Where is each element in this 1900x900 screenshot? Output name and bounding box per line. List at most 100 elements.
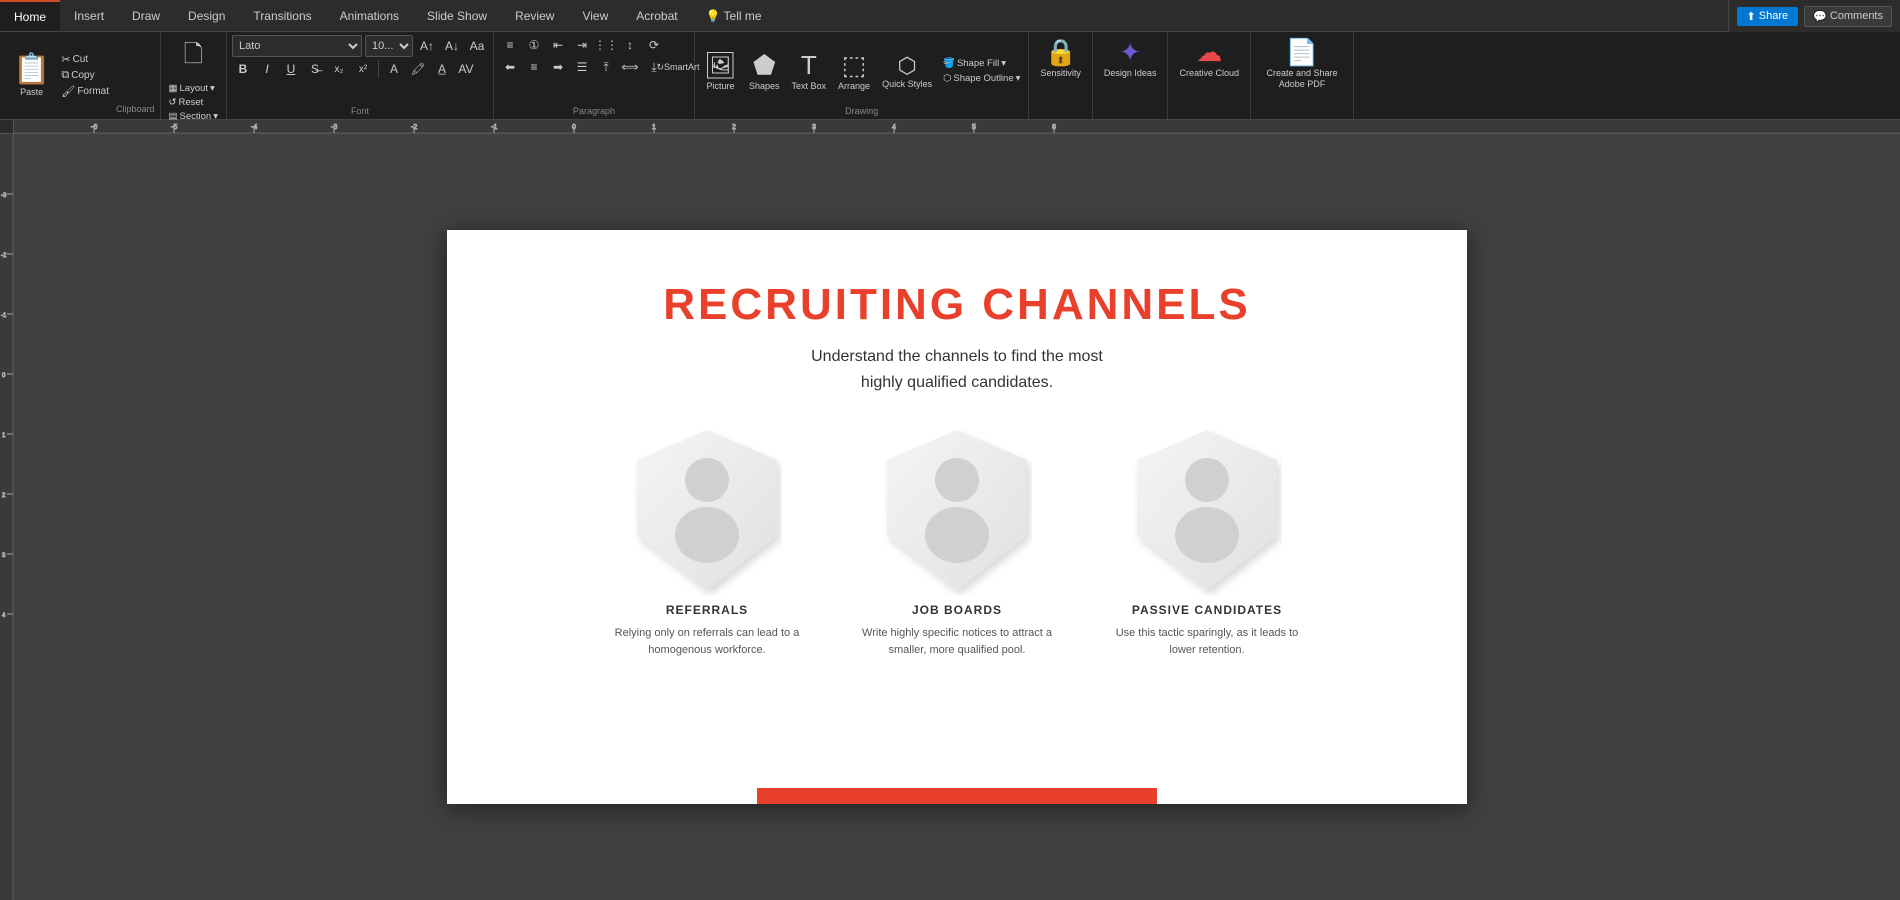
font-family-select[interactable]: Lato [232,35,362,57]
slide[interactable]: RECRUITING CHANNELS Understand the chann… [447,230,1467,804]
svg-text:0: 0 [572,124,576,131]
new-slide-button[interactable]: 🗋 [180,35,207,80]
shape-outline-icon: ⬡ [943,73,951,84]
shape-outline-button[interactable]: ⬡ Shape Outline ▾ [940,72,1023,85]
design-ideas-button[interactable]: ✦ Design Ideas [1098,35,1163,116]
underline-button[interactable]: U [280,59,302,79]
bottom-bar [757,788,1157,804]
format-paint-icon: 🖌 [61,85,75,98]
tab-view[interactable]: View [568,0,622,31]
copy-icon: ⧉ [61,69,69,82]
copy-button[interactable]: ⧉ Copy [58,68,112,83]
font-color-button[interactable]: A [383,59,405,79]
vertical-ruler: -3 -2 -1 0 1 2 3 4 [0,134,14,900]
cut-icon: ✂ [61,53,70,66]
justify-button[interactable]: ☰ [571,57,593,77]
svg-text:-2: -2 [1,253,7,259]
tab-home[interactable]: Home [0,0,60,31]
svg-text:6: 6 [1052,124,1056,131]
creative-cloud-button[interactable]: ☁ Creative Cloud [1173,35,1245,116]
sensitivity-button[interactable]: 🔒 Sensitivity [1034,35,1087,116]
adobe-pdf-button[interactable]: 📄 Create and Share Adobe PDF [1256,35,1348,116]
slide-subtitle[interactable]: Understand the channels to find the most… [447,344,1467,395]
svg-text:-6: -6 [91,124,97,131]
shape-fill-button[interactable]: 🪣 Shape Fill ▾ [940,57,1023,70]
text-direction-button[interactable]: ⟳ [643,35,665,55]
svg-text:3: 3 [812,124,816,131]
layout-dropdown-icon: ▾ [210,83,215,94]
svg-text:-5: -5 [171,124,177,131]
align-center-button[interactable]: ≡ [523,57,545,77]
svg-text:2: 2 [732,124,736,131]
align-left-button[interactable]: ⬅ [499,57,521,77]
strikethrough-button[interactable]: S̶ [304,59,326,79]
tab-review[interactable]: Review [501,0,568,31]
svg-text:-2: -2 [411,124,417,131]
cut-button[interactable]: ✂ Cut [58,52,112,67]
passive-candidates-card[interactable]: PASSIVE CANDIDATES Use this tactic spari… [1107,425,1307,658]
ruler-row: -6 -5 -4 -3 -2 -1 0 1 2 3 4 5 6 [0,120,1900,134]
tab-slideshow[interactable]: Slide Show [413,0,501,31]
shape-fill-icon: 🪣 [943,58,955,69]
svg-text:1: 1 [2,433,6,439]
slide-title[interactable]: RECRUITING CHANNELS [447,230,1467,330]
arrange-button[interactable]: ⬚ Arrange [834,48,874,93]
bullets-button[interactable]: ≡ [499,35,521,55]
share-button[interactable]: ⬆ Share [1737,7,1799,26]
referrals-card[interactable]: REFERRALS Relying only on referrals can … [607,425,807,658]
bold-button[interactable]: B [232,59,254,79]
tab-insert[interactable]: Insert [60,0,118,31]
reset-button[interactable]: ↺ Reset [166,96,221,109]
increase-indent-button[interactable]: ⇥ [571,35,593,55]
text-shadow-button[interactable]: A̲ [431,59,453,79]
job-boards-desc: Write highly specific notices to attract… [857,625,1057,658]
clear-format-button[interactable]: Aa [466,36,488,56]
job-boards-label: JOB BOARDS [912,603,1002,617]
tab-draw[interactable]: Draw [118,0,174,31]
increase-font-button[interactable]: A↑ [416,36,438,56]
align-top-button[interactable]: ⤒ [595,57,617,77]
numbered-list-button[interactable]: ① [523,35,545,55]
tab-tell-me[interactable]: 💡 Tell me [692,0,776,31]
convert-smartart-button[interactable]: ↻SmartArt [667,57,689,77]
decrease-indent-button[interactable]: ⇤ [547,35,569,55]
svg-text:-3: -3 [1,193,7,199]
line-spacing-button[interactable]: ↕ [619,35,641,55]
char-spacing-button[interactable]: AV [455,59,477,79]
referrals-label: REFERRALS [666,603,748,617]
comments-button[interactable]: 💬 Comments [1804,6,1892,27]
tab-design[interactable]: Design [174,0,239,31]
referrals-desc: Relying only on referrals can lead to a … [607,625,807,658]
creative-cloud-icon: ☁ [1196,37,1222,68]
layout-icon: ▦ [169,83,178,94]
shapes-button[interactable]: ⬟ Shapes [745,48,784,93]
tab-transitions[interactable]: Transitions [239,0,325,31]
design-ideas-group: ✦ Design Ideas [1093,32,1169,119]
text-box-button[interactable]: T Text Box [788,48,831,93]
quick-styles-button[interactable]: ⬡ Quick Styles [878,51,936,91]
reset-icon: ↺ [169,97,177,108]
font-group: Lato 10... A↑ A↓ Aa B I U S̶ x₂ x² A 🖍 A… [227,32,494,119]
job-boards-icon [882,425,1032,595]
subscript-button[interactable]: x₂ [328,59,350,79]
creative-cloud-group: ☁ Creative Cloud [1168,32,1251,119]
share-icon: ⬆ [1747,10,1756,23]
italic-button[interactable]: I [256,59,278,79]
paste-button[interactable]: 📋 Paste [5,35,58,116]
align-right-button[interactable]: ➡ [547,57,569,77]
decrease-font-button[interactable]: A↓ [441,36,463,56]
tab-animations[interactable]: Animations [326,0,413,31]
superscript-button[interactable]: x² [352,59,374,79]
picture-button[interactable]: 🖼 Picture [700,48,741,93]
format-paint-button[interactable]: 🖌 Format [58,84,112,99]
paragraph-group: ≡ ① ⇤ ⇥ ⋮⋮ ↕ ⟳ ⬅ ≡ ➡ ☰ ⤒ ⟺ ⤓ ↻SmartArt P… [494,32,695,119]
align-middle-button[interactable]: ⟺ [619,57,641,77]
font-size-select[interactable]: 10... [365,35,413,57]
job-boards-card[interactable]: JOB BOARDS Write highly specific notices… [857,425,1057,658]
columns-button[interactable]: ⋮⋮ [595,35,617,55]
svg-text:4: 4 [892,124,896,131]
layout-button[interactable]: ▦ Layout ▾ [166,82,221,95]
tab-acrobat[interactable]: Acrobat [622,0,691,31]
highlight-button[interactable]: 🖍 [407,59,429,79]
arrange-icon: ⬚ [842,50,867,81]
